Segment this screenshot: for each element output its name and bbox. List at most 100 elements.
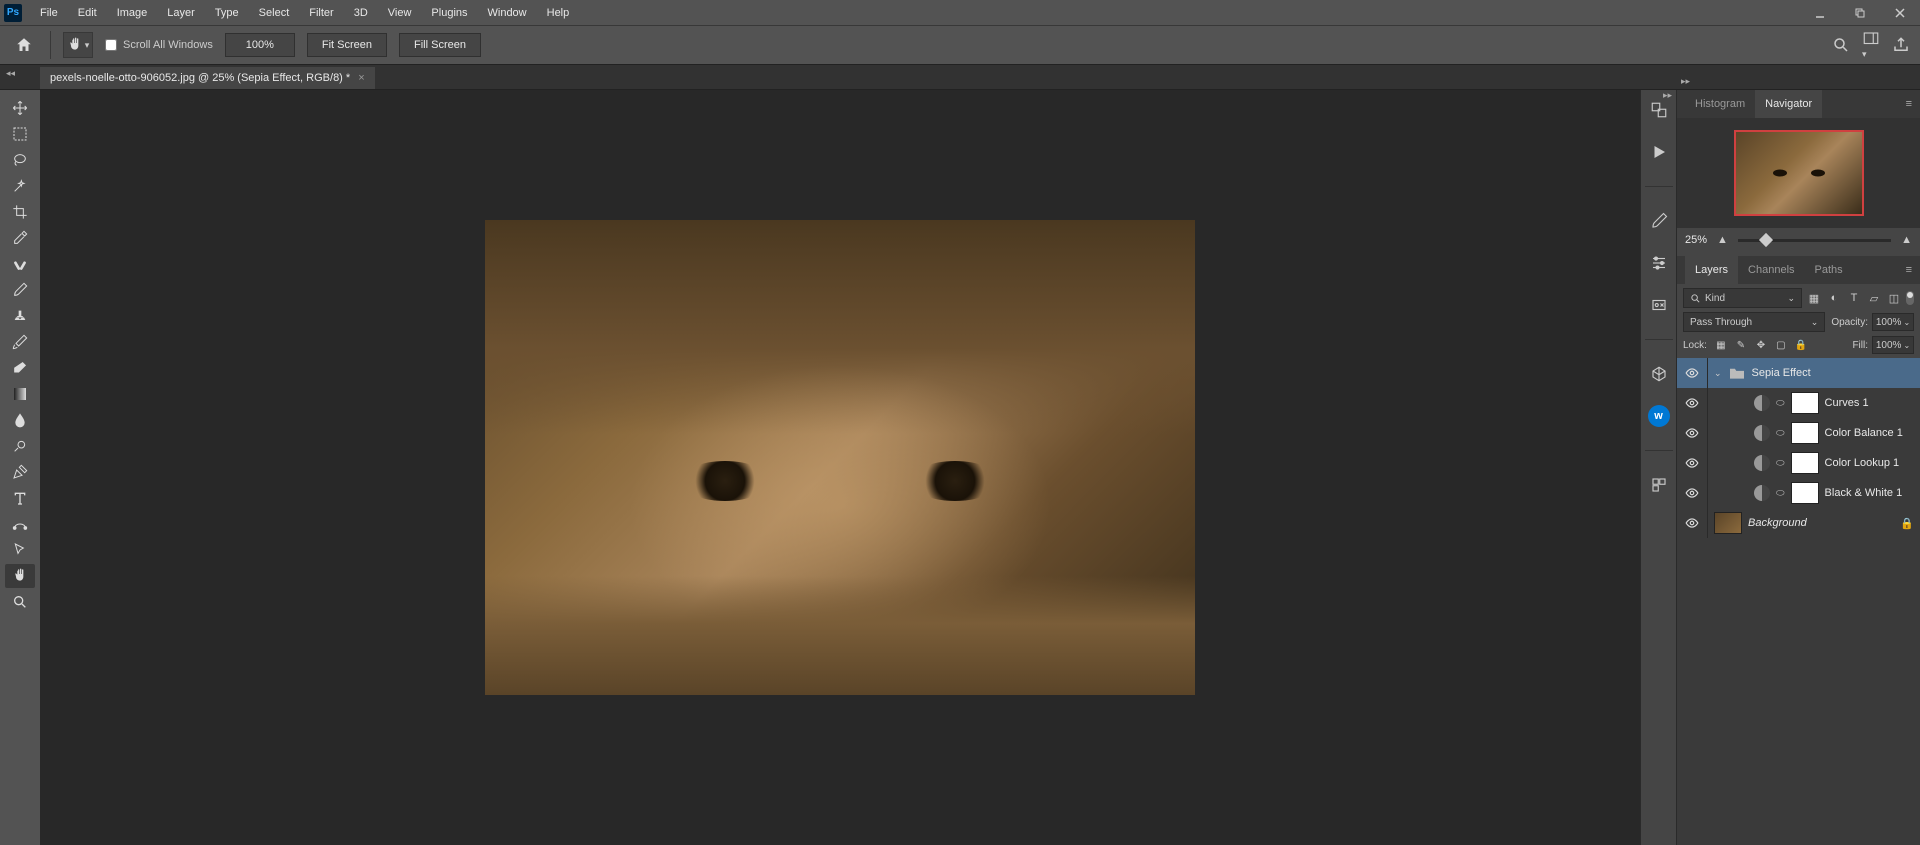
minimize-button[interactable] [1800,0,1840,25]
clone-stamp-tool[interactable] [5,304,35,328]
mask-thumbnail[interactable] [1791,452,1819,474]
lock-image-icon[interactable]: ✎ [1733,337,1749,353]
3d-panel-icon[interactable] [1647,362,1671,386]
pen-tool[interactable] [5,460,35,484]
mask-thumbnail[interactable] [1791,392,1819,414]
blur-tool[interactable] [5,408,35,432]
layers-panel-menu-icon[interactable]: ≡ [1906,264,1912,276]
lock-position-icon[interactable]: ✥ [1753,337,1769,353]
layer-row-background[interactable]: Background 🔒 [1677,508,1920,538]
eraser-tool[interactable] [5,356,35,380]
fill-input[interactable]: 100%⌄ [1872,336,1914,354]
filter-type-icon[interactable]: T [1846,290,1862,306]
layer-row[interactable]: ⬭ Curves 1 [1677,388,1920,418]
menu-edit[interactable]: Edit [68,7,107,19]
libraries-panel-icon[interactable] [1647,473,1671,497]
zoom-tool[interactable] [5,590,35,614]
filter-adjustment-icon[interactable]: ◐ [1826,290,1842,306]
color-panel-icon[interactable] [1647,98,1671,122]
navigator-zoom-value[interactable]: 25% [1685,234,1707,246]
path-tool[interactable] [5,512,35,536]
navigator-preview[interactable] [1677,118,1920,228]
visibility-toggle[interactable] [1683,486,1701,500]
menu-view[interactable]: View [378,7,422,19]
visibility-toggle[interactable] [1683,426,1701,440]
direct-select-tool[interactable] [5,538,35,562]
menu-window[interactable]: Window [478,7,537,19]
mask-link-icon[interactable]: ⬭ [1776,398,1785,409]
marquee-tool[interactable] [5,122,35,146]
type-tool[interactable] [5,486,35,510]
zoom-in-icon[interactable]: ▲ [1901,234,1912,246]
menu-image[interactable]: Image [107,7,158,19]
workspace-icon[interactable]: ▾ [1862,30,1880,60]
mask-link-icon[interactable]: ⬭ [1776,458,1785,469]
maximize-button[interactable] [1840,0,1880,25]
lasso-tool[interactable] [5,148,35,172]
lock-artboard-icon[interactable]: ▢ [1773,337,1789,353]
layer-row[interactable]: ⬭ Black & White 1 [1677,478,1920,508]
tab-histogram[interactable]: Histogram [1685,90,1755,118]
share-icon[interactable] [1892,36,1910,54]
brushes-panel-icon[interactable] [1647,209,1671,233]
tab-paths[interactable]: Paths [1805,256,1853,284]
close-button[interactable] [1880,0,1920,25]
properties-panel-icon[interactable] [1647,251,1671,275]
layer-filter-kind[interactable]: Kind ⌄ [1683,288,1802,308]
zoom-level-input[interactable]: 100% [225,33,295,57]
filter-toggle-icon[interactable] [1906,291,1914,305]
mask-link-icon[interactable]: ⬭ [1776,488,1785,499]
menu-type[interactable]: Type [205,7,249,19]
move-tool[interactable] [5,96,35,120]
toolbar-collapse-icon[interactable]: ◂◂ [6,68,15,79]
fill-screen-button[interactable]: Fill Screen [399,33,481,57]
document-tab[interactable]: pexels-noelle-otto-906052.jpg @ 25% (Sep… [40,67,375,89]
healing-brush-tool[interactable] [5,252,35,276]
hand-tool[interactable] [5,564,35,588]
layer-row[interactable]: ⬭ Color Balance 1 [1677,418,1920,448]
filter-pixel-icon[interactable]: ▦ [1806,290,1822,306]
menu-select[interactable]: Select [249,7,300,19]
lock-icon[interactable]: 🔒 [1900,517,1914,530]
fit-screen-button[interactable]: Fit Screen [307,33,387,57]
panel-collapse-icon[interactable]: ▸▸ [1681,76,1690,87]
character-panel-icon[interactable] [1647,293,1671,317]
actions-panel-icon[interactable] [1647,140,1671,164]
brush-tool[interactable] [5,278,35,302]
menu-layer[interactable]: Layer [157,7,205,19]
mask-link-icon[interactable]: ⬭ [1776,428,1785,439]
menu-filter[interactable]: Filter [299,7,343,19]
dock-expand-icon[interactable]: ▸▸ [1663,90,1672,101]
dodge-tool[interactable] [5,434,35,458]
menu-file[interactable]: File [30,7,68,19]
hand-tool-indicator[interactable]: ▾ [63,32,93,58]
visibility-toggle[interactable] [1683,516,1701,530]
layer-row-group[interactable]: ⌄ Sepia Effect [1677,358,1920,388]
eyedropper-tool[interactable] [5,226,35,250]
group-collapse-icon[interactable]: ⌄ [1714,368,1722,379]
menu-help[interactable]: Help [537,7,580,19]
home-button[interactable] [10,31,38,59]
filter-smart-icon[interactable]: ◫ [1886,290,1902,306]
layer-thumbnail[interactable] [1714,512,1742,534]
scroll-all-checkbox[interactable]: Scroll All Windows [105,39,213,51]
menu-3d[interactable]: 3D [344,7,378,19]
layer-row[interactable]: ⬭ Color Lookup 1 [1677,448,1920,478]
visibility-toggle[interactable] [1683,366,1701,380]
crop-tool[interactable] [5,200,35,224]
visibility-toggle[interactable] [1683,456,1701,470]
mask-thumbnail[interactable] [1791,422,1819,444]
panel-menu-icon[interactable]: ≡ [1906,98,1912,110]
search-icon[interactable] [1832,36,1850,54]
navigator-zoom-slider[interactable] [1738,239,1891,242]
zoom-out-icon[interactable]: ▲ [1717,234,1728,246]
mask-thumbnail[interactable] [1791,482,1819,504]
opacity-input[interactable]: 100%⌄ [1872,313,1914,331]
gradient-tool[interactable] [5,382,35,406]
cloud-panel-icon[interactable]: w [1647,404,1671,428]
magic-wand-tool[interactable] [5,174,35,198]
history-brush-tool[interactable] [5,330,35,354]
tab-channels[interactable]: Channels [1738,256,1804,284]
tab-navigator[interactable]: Navigator [1755,90,1822,118]
filter-shape-icon[interactable]: ▱ [1866,290,1882,306]
